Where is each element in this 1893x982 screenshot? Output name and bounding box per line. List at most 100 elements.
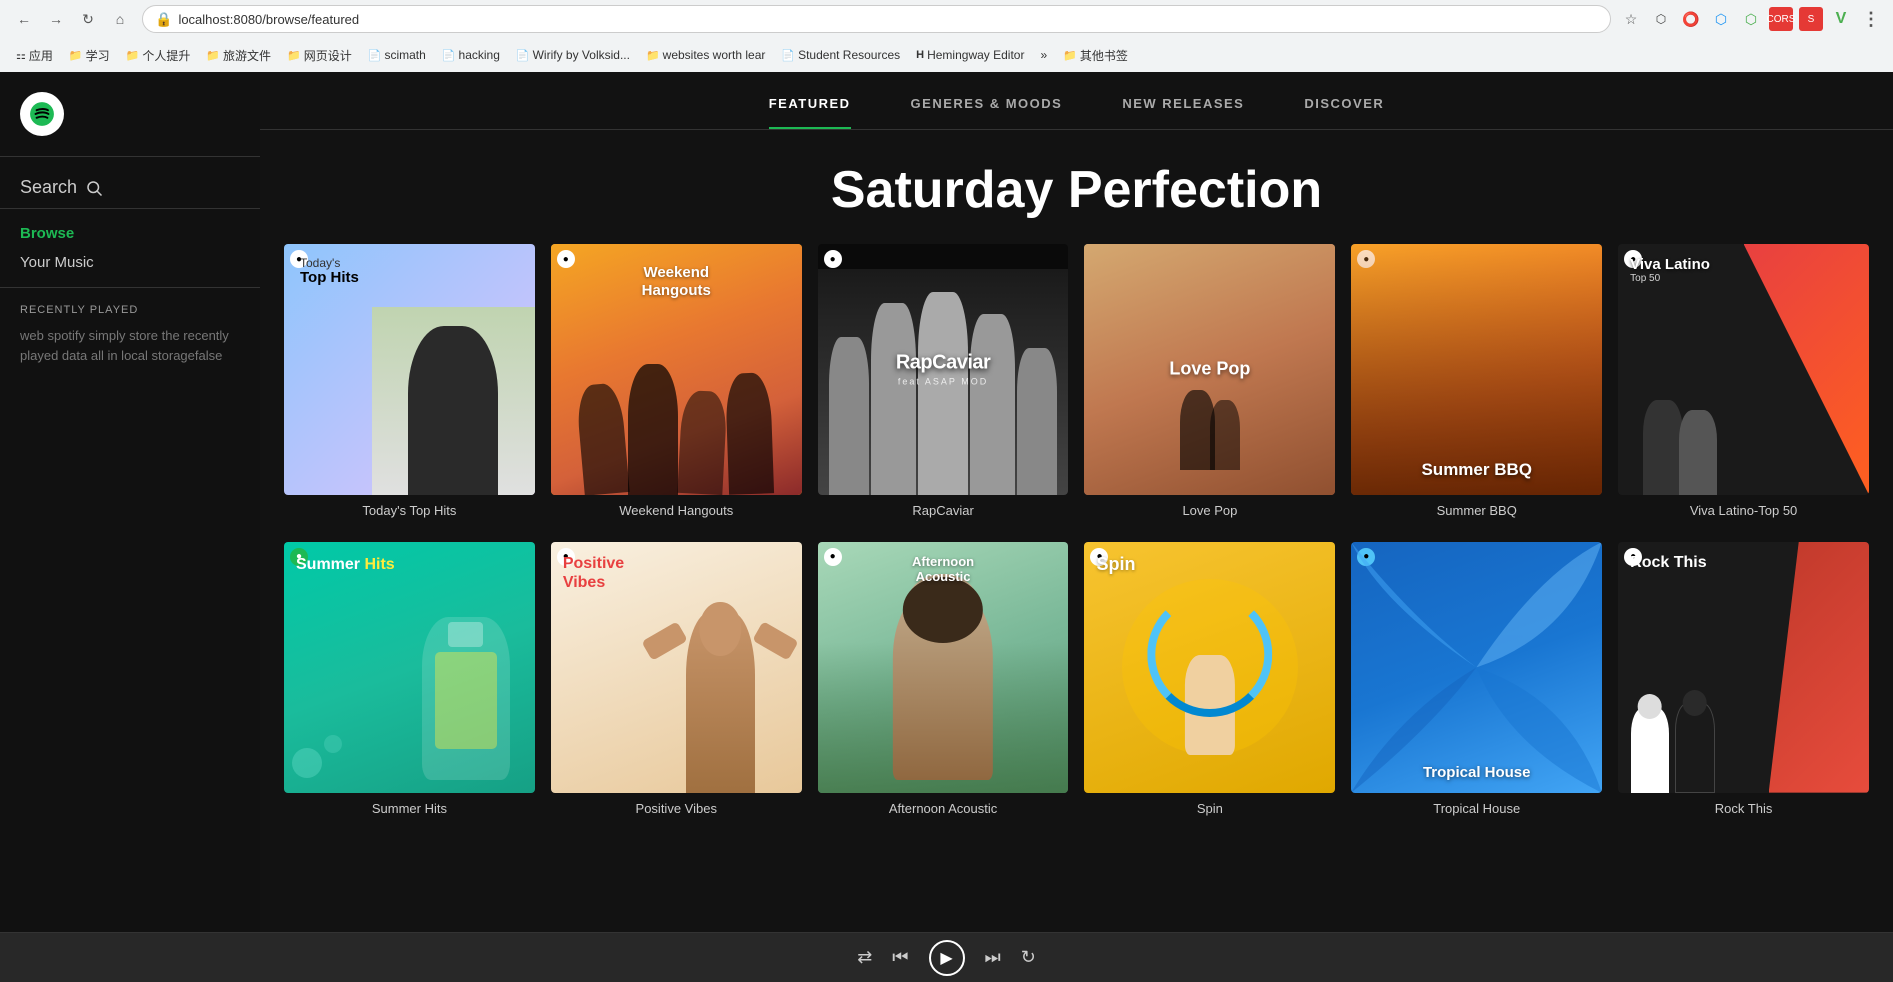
address-bar[interactable]: 🔒 localhost:8080/browse/featured: [142, 5, 1611, 33]
tab-genres[interactable]: GENERES & MOODS: [911, 96, 1063, 129]
tth-subtitle: Today's: [300, 256, 531, 270]
bookmark-wirify-icon: 📄: [516, 49, 530, 62]
bookmark-study[interactable]: 📁 学习: [63, 45, 116, 66]
playlist-name-lovepop: Love Pop: [1084, 503, 1335, 518]
playlist-name-tropical: Tropical House: [1351, 801, 1602, 816]
playlist-name-weekend: Weekend Hangouts: [551, 503, 802, 518]
playlist-thumb-posvibes: ● PositiveVibes: [551, 542, 802, 793]
playlist-thumb-afternoon: ●: [818, 542, 1069, 793]
playlist-grid-row2: ● Summer Hits: [260, 542, 1893, 840]
menu-button[interactable]: ⋮: [1859, 7, 1883, 31]
bookmark-webdesign[interactable]: 📁 网页设计: [281, 45, 358, 66]
bookmark-scimath-label: scimath: [384, 48, 425, 62]
sidebar-item-browse[interactable]: Browse: [20, 225, 240, 242]
bookmark-star-button[interactable]: ☆: [1619, 7, 1643, 31]
bookmark-travel[interactable]: 📁 旅游文件: [200, 45, 277, 66]
bookmark-hemingway[interactable]: H Hemingway Editor: [910, 46, 1030, 64]
back-button[interactable]: ←: [10, 5, 38, 33]
tab-featured[interactable]: FEATURED: [769, 96, 851, 129]
playlist-thumb-rockthis: ●: [1618, 542, 1869, 793]
posvibes-label: PositiveVibes: [563, 554, 624, 592]
thumb-inner-tropical: ● Tropical Hou: [1351, 542, 1602, 793]
playlist-card-summerbbq[interactable]: ● Summer BBQ Summer BBQ: [1351, 244, 1602, 518]
repeat-button[interactable]: ↻: [1021, 947, 1036, 968]
thumb-inner-weekend: ● WeekendHangouts: [551, 244, 802, 495]
playlist-card-afternoon[interactable]: ●: [818, 542, 1069, 816]
spotify-logo-icon: [29, 101, 55, 127]
playlist-thumb-spin: ● Spin: [1084, 542, 1335, 793]
bookmark-apps[interactable]: ⚏ 应用: [10, 45, 59, 66]
bookmark-folder2-label: websites worth lear: [663, 48, 766, 62]
extension-btn-v[interactable]: V: [1829, 7, 1853, 31]
playlist-name-afternoon: Afternoon Acoustic: [818, 801, 1069, 816]
bookmark-student-label: Student Resources: [798, 48, 900, 62]
bookmark-personal-icon: 📁: [126, 49, 140, 62]
thumb-inner-rockthis: ●: [1618, 542, 1869, 793]
extension-btn-1[interactable]: ⬡: [1649, 7, 1673, 31]
playlist-card-vivalatino[interactable]: ● Viva Latino Top 50: [1618, 244, 1869, 518]
bookmark-wirify[interactable]: 📄 Wirify by Volksid...: [510, 46, 636, 64]
extension-btn-4[interactable]: ⬡: [1739, 7, 1763, 31]
app-container: Search Browse Your Music RECENTLY PLAYED…: [0, 72, 1893, 932]
playlist-card-top-hits[interactable]: ● Today's Top Hits Today's Top Hits: [284, 244, 535, 518]
rapcaviar-label: RapCaviar feat ASAP MOD: [896, 352, 990, 387]
bookmark-folder2-icon: 📁: [646, 49, 660, 62]
next-button[interactable]: ⏭: [985, 947, 1001, 968]
bbq-overlay: [1351, 244, 1602, 495]
bookmark-student[interactable]: 📄 Student Resources: [775, 46, 906, 64]
playlist-thumb-summerhits: ● Summer Hits: [284, 542, 535, 793]
playlist-card-tropical[interactable]: ● Tropical Hou: [1351, 542, 1602, 816]
bookmark-other[interactable]: 📁 其他书签: [1057, 45, 1134, 66]
search-icon: [85, 179, 103, 197]
crowd: [551, 357, 802, 495]
extension-btn-3[interactable]: ⬡: [1709, 7, 1733, 31]
playlist-card-rockthis[interactable]: ●: [1618, 542, 1869, 816]
refresh-button[interactable]: ↻: [74, 5, 102, 33]
sidebar: Search Browse Your Music RECENTLY PLAYED…: [0, 72, 260, 932]
tab-new-releases[interactable]: NEW RELEASES: [1122, 96, 1244, 129]
bookmark-personal[interactable]: 📁 个人提升: [120, 45, 197, 66]
thumb-inner-rapcaviar: ●: [818, 244, 1069, 495]
posvibes-person: [651, 592, 789, 793]
extension-btn-cors[interactable]: CORS: [1769, 7, 1793, 31]
extension-btn-s[interactable]: S: [1799, 7, 1823, 31]
home-button[interactable]: ⌂: [106, 5, 134, 33]
bookmark-hacking[interactable]: 📄 hacking: [436, 46, 506, 64]
tropical-label: Tropical House: [1351, 764, 1602, 781]
playlist-name-spin: Spin: [1084, 801, 1335, 816]
lovepop-label: Love Pop: [1169, 359, 1250, 380]
playlist-grid-row1: ● Today's Top Hits Today's Top Hits: [260, 244, 1893, 542]
summerhits-label: Summer Hits: [296, 556, 395, 574]
shuffle-button[interactable]: ⇄: [857, 947, 872, 968]
sidebar-item-your-music[interactable]: Your Music: [20, 254, 240, 271]
playlist-card-spin[interactable]: ● Spin: [1084, 542, 1335, 816]
play-button[interactable]: ▶: [929, 940, 965, 976]
rock-accent: [1769, 542, 1869, 793]
address-text: localhost:8080/browse/featured: [178, 12, 359, 27]
bookmark-scimath[interactable]: 📄 scimath: [362, 46, 432, 64]
prev-button[interactable]: ⏮: [892, 947, 908, 968]
playlist-card-rapcaviar[interactable]: ●: [818, 244, 1069, 518]
tth-silhouette: [408, 326, 498, 495]
bottle: [422, 617, 510, 780]
playlist-card-posvibes[interactable]: ● PositiveVibes: [551, 542, 802, 816]
featured-title: Saturday Perfection: [260, 160, 1893, 220]
bookmark-webdesign-icon: 📁: [287, 49, 301, 62]
recently-played-text: web spotify simply store the recently pl…: [20, 326, 240, 365]
bookmark-personal-label: 个人提升: [142, 47, 190, 64]
playlist-card-summerhits[interactable]: ● Summer Hits: [284, 542, 535, 816]
bookmark-study-label: 学习: [86, 47, 110, 64]
playlist-card-lovepop[interactable]: ● Love Pop: [1084, 244, 1335, 518]
search-row[interactable]: Search: [20, 177, 240, 198]
extension-btn-2[interactable]: ⭕: [1679, 7, 1703, 31]
playlist-card-weekend[interactable]: ● WeekendHangouts: [551, 244, 802, 518]
playlist-name-summerhits: Summer Hits: [284, 801, 535, 816]
browser-actions: ☆ ⬡ ⭕ ⬡ ⬡ CORS S V ⋮: [1619, 7, 1883, 31]
playlist-thumb-top-hits: ● Today's Top Hits: [284, 244, 535, 495]
tab-discover[interactable]: DISCOVER: [1304, 96, 1384, 129]
bookmark-folder2[interactable]: 📁 websites worth lear: [640, 46, 771, 64]
bookmark-more[interactable]: »: [1034, 46, 1053, 64]
forward-button[interactable]: →: [42, 5, 70, 33]
thumb-inner-spin: ● Spin: [1084, 542, 1335, 793]
spotify-logo[interactable]: [20, 92, 64, 136]
